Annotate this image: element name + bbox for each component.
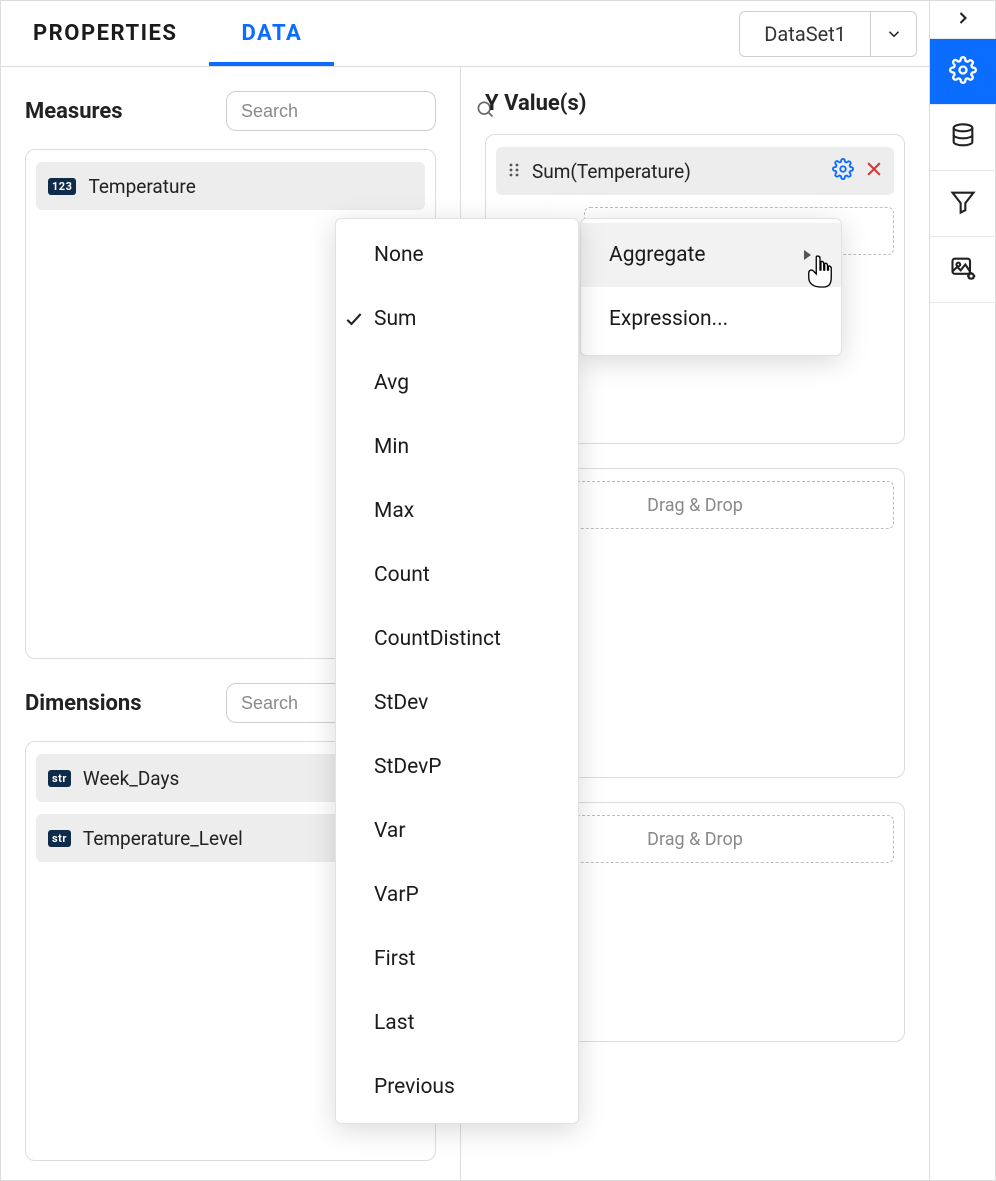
aggregate-option-label: VarP — [374, 883, 419, 907]
chevron-right-icon — [953, 8, 973, 32]
aggregate-option-label: Var — [374, 819, 405, 843]
measures-search[interactable] — [226, 91, 436, 131]
filter-icon — [949, 188, 977, 220]
rail-data-button[interactable] — [930, 105, 996, 171]
rail-image-button[interactable] — [930, 237, 996, 303]
yvalue-item[interactable]: Sum(Temperature) — [496, 147, 894, 195]
yvalues-title: Y Value(s) — [485, 91, 586, 116]
aggregate-option-varp[interactable]: VarP — [336, 863, 578, 927]
rail-properties-button[interactable] — [930, 39, 996, 105]
aggregate-option-avg[interactable]: Avg — [336, 351, 578, 415]
caret-right-icon — [781, 243, 813, 267]
aggregate-option-label: Count — [374, 563, 430, 587]
tab-properties[interactable]: PROPERTIES — [1, 1, 209, 66]
chevron-down-icon — [870, 12, 916, 56]
dataset-select[interactable]: DataSet1 — [739, 11, 917, 57]
side-rail — [929, 1, 995, 1180]
aggregate-option-countdistinct[interactable]: CountDistinct — [336, 607, 578, 671]
dimension-field-label: Temperature_Level — [83, 827, 243, 850]
gear-icon — [949, 56, 977, 88]
menu-item-expression[interactable]: Expression... — [581, 287, 841, 351]
tab-properties-label: PROPERTIES — [33, 21, 177, 46]
gear-icon[interactable] — [832, 158, 854, 185]
aggregate-option-max[interactable]: Max — [336, 479, 578, 543]
yvalue-label: Sum(Temperature) — [532, 160, 691, 183]
rail-collapse-button[interactable] — [930, 1, 996, 39]
string-type-icon: str — [48, 770, 71, 787]
aggregate-option-var[interactable]: Var — [336, 799, 578, 863]
aggregate-option-first[interactable]: First — [336, 927, 578, 991]
dataset-selected-label: DataSet1 — [740, 22, 870, 46]
aggregate-option-last[interactable]: Last — [336, 991, 578, 1055]
dropzone-3-label: Drag & Drop — [647, 829, 743, 850]
numeric-type-icon: 123 — [48, 178, 76, 195]
aggregate-option-count[interactable]: Count — [336, 543, 578, 607]
measures-header: Measures — [25, 91, 436, 131]
dimension-field-label: Week_Days — [83, 767, 179, 790]
yvalues-header: Y Value(s) — [485, 91, 905, 116]
string-type-icon: str — [48, 830, 71, 847]
measures-search-input[interactable] — [239, 100, 475, 123]
aggregate-option-stdev[interactable]: StDev — [336, 671, 578, 735]
measure-field[interactable]: 123 Temperature — [36, 162, 425, 210]
aggregate-option-label: StDev — [374, 691, 428, 715]
dropzone-2-label: Drag & Drop — [647, 495, 743, 516]
measure-field-label: Temperature — [88, 175, 195, 198]
aggregate-option-label: Max — [374, 499, 414, 523]
aggregate-option-label: Min — [374, 435, 409, 459]
drag-handle-icon[interactable] — [506, 160, 522, 183]
rail-filter-button[interactable] — [930, 171, 996, 237]
aggregate-option-label: None — [374, 243, 424, 267]
database-icon — [949, 122, 977, 154]
aggregate-option-label: First — [374, 947, 416, 971]
aggregate-option-none[interactable]: None — [336, 223, 578, 287]
menu-item-expression-label: Expression... — [609, 307, 728, 331]
measures-title: Measures — [25, 99, 123, 124]
image-settings-icon — [949, 254, 977, 286]
aggregate-option-label: Previous — [374, 1075, 455, 1099]
aggregate-submenu: None Sum Avg Min Max Count CountDistinct StDev S… — [335, 218, 579, 1124]
aggregate-option-stdevp[interactable]: StDevP — [336, 735, 578, 799]
aggregate-option-previous[interactable]: Previous — [336, 1055, 578, 1119]
aggregate-option-min[interactable]: Min — [336, 415, 578, 479]
aggregate-option-label: StDevP — [374, 755, 442, 779]
check-icon — [340, 309, 368, 329]
aggregate-option-label: CountDistinct — [374, 627, 501, 651]
aggregate-option-label: Sum — [374, 307, 416, 331]
tabs-row: PROPERTIES DATA DataSet1 — [1, 1, 929, 67]
aggregate-option-label: Avg — [374, 371, 409, 395]
menu-item-aggregate-label: Aggregate — [609, 243, 706, 267]
yvalue-context-menu: Aggregate Expression... — [580, 218, 842, 356]
aggregate-option-label: Last — [374, 1011, 414, 1035]
tab-data-label: DATA — [241, 21, 302, 46]
tab-data[interactable]: DATA — [209, 1, 334, 66]
dimensions-title: Dimensions — [25, 691, 142, 716]
close-icon[interactable] — [864, 159, 884, 184]
menu-item-aggregate[interactable]: Aggregate — [581, 223, 841, 287]
aggregate-option-sum[interactable]: Sum — [336, 287, 578, 351]
